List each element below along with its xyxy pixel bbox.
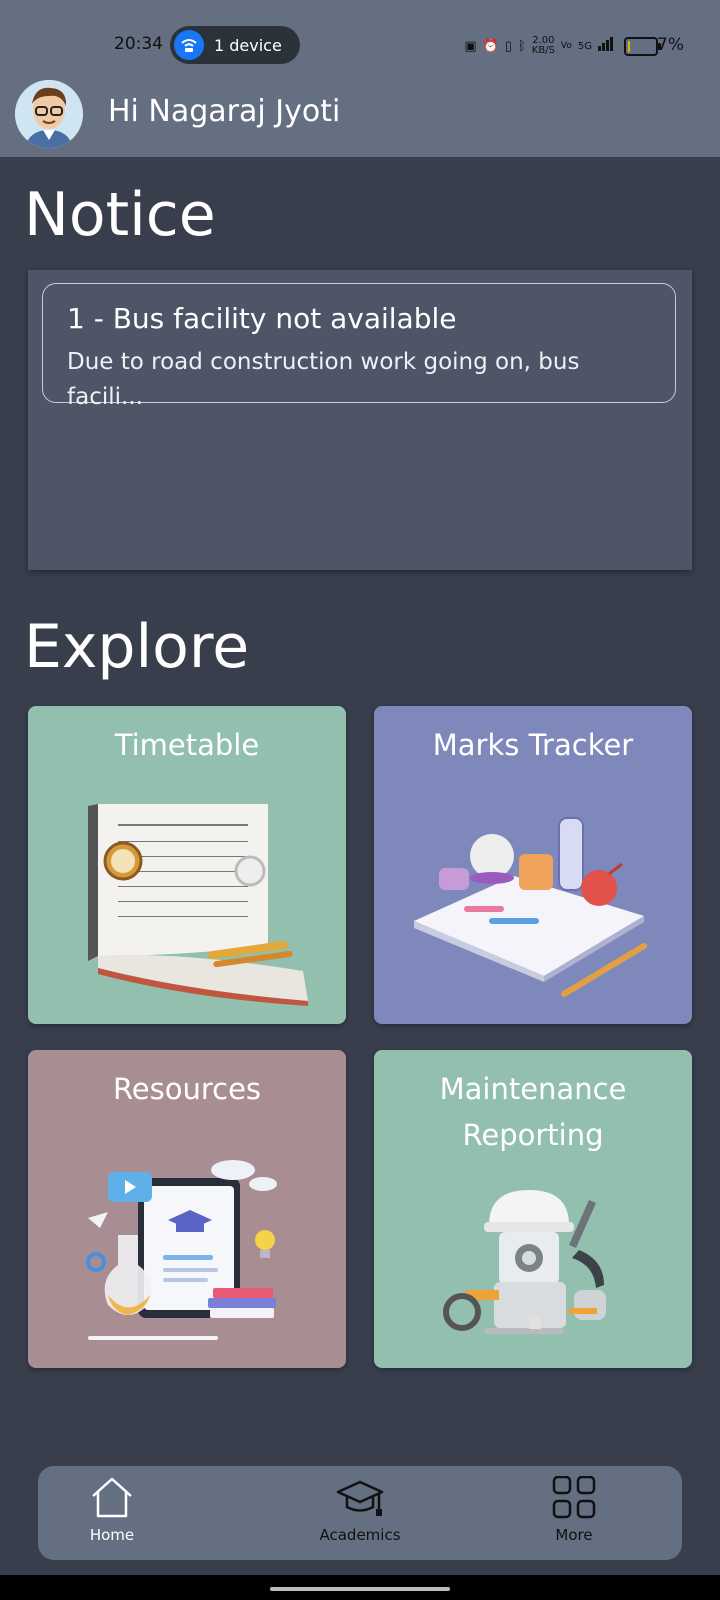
gesture-bar-area — [0, 1575, 720, 1600]
network-label: 5G — [577, 40, 592, 52]
status-bar: 20:34 1 device ▣ ⏰ ▯ ᛒ 2.00 KB/S Vo 5G 7% — [0, 0, 720, 70]
resources-illustration — [86, 1160, 277, 1340]
gesture-handle[interactable] — [270, 1587, 450, 1591]
battery-icon — [624, 36, 661, 56]
vibrate-icon: ▯ — [504, 38, 512, 54]
nav-label: Academics — [319, 1526, 401, 1544]
status-icons: ▣ ⏰ ▯ ᛒ 2.00 KB/S Vo 5G — [464, 35, 661, 56]
nav-label: Home — [89, 1526, 135, 1544]
maintenance-illustration — [443, 1190, 606, 1334]
notice-body: Due to road construction work going on, … — [67, 349, 580, 410]
marks-illustration — [414, 817, 647, 997]
greeting: Hi Nagaraj Jyoti — [108, 94, 341, 129]
hotspot-label: 1 device — [214, 35, 282, 55]
notice-title: 1 - Bus facility not available — [67, 302, 457, 335]
signal-icon — [598, 37, 614, 55]
notice-card[interactable]: 1 - Bus facility not available Due to ro… — [42, 283, 676, 410]
calendar-illustration — [88, 804, 308, 1006]
bluetooth-icon: ᛒ — [517, 38, 526, 54]
alarm-icon: ⏰ — [482, 38, 499, 54]
tile-timetable[interactable]: Timetable — [28, 706, 346, 1024]
nav-home[interactable]: Home — [42, 1476, 182, 1544]
home-icon — [92, 1477, 132, 1518]
notice-panel: 1 - Bus facility not available Due to ro… — [28, 270, 692, 570]
volte-icon: Vo — [560, 41, 572, 51]
notification-icon: ▣ — [464, 38, 477, 54]
nav-academics[interactable]: Academics — [290, 1476, 430, 1544]
tile-marks-tracker[interactable]: Marks Tracker — [374, 706, 692, 1024]
nav-label: More — [555, 1526, 593, 1544]
status-time: 20:34 — [114, 34, 163, 54]
battery-percent: 7% — [657, 35, 684, 55]
notice-heading: Notice — [24, 180, 216, 250]
tile-maintenance-reporting[interactable]: Maintenance Reporting — [374, 1050, 692, 1368]
tile-resources[interactable]: Resources — [28, 1050, 346, 1368]
avatar[interactable] — [15, 80, 83, 148]
graduation-cap-icon — [336, 1480, 384, 1516]
app-header: 20:34 1 device ▣ ⏰ ▯ ᛒ 2.00 KB/S Vo 5G 7% — [0, 0, 720, 157]
grid-icon — [552, 1475, 596, 1519]
hotspot-pill[interactable]: 1 device — [170, 26, 300, 64]
bottom-nav: Home Academics More — [38, 1466, 682, 1560]
hotspot-icon — [174, 30, 204, 60]
speed-indicator: 2.00 KB/S — [531, 35, 555, 56]
explore-heading: Explore — [24, 612, 250, 682]
nav-more[interactable]: More — [504, 1475, 644, 1544]
